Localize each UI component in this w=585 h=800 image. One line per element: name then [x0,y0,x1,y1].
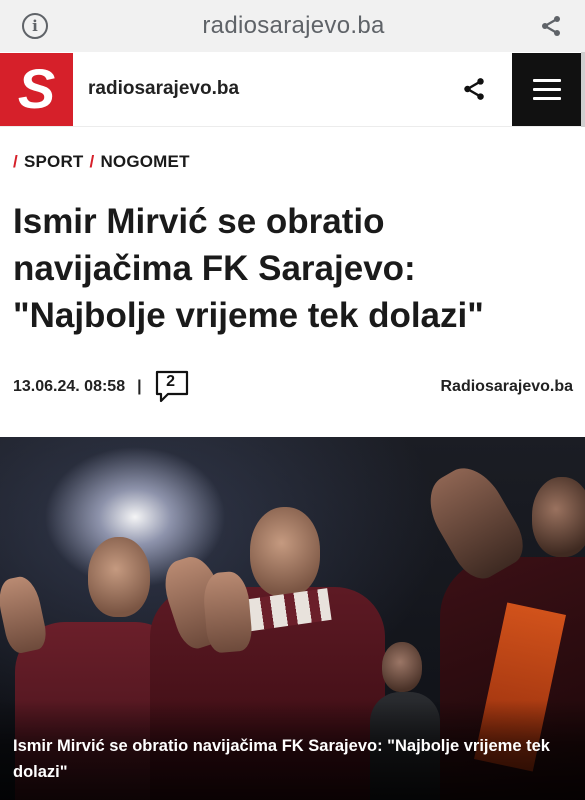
article-title-line: Ismir Mirvić se obratio [13,202,385,241]
meta-separator: | [137,378,142,395]
hamburger-menu-button[interactable] [512,52,581,126]
browser-url[interactable]: radiosarajevo.ba [202,12,384,40]
article-meta: 13.06.24. 08:58 | 2 Radiosarajevo.ba [13,370,573,404]
article-title: Ismir Mirvić se obratio navijačima FK Sa… [13,198,573,339]
person-right-head [532,477,585,557]
scrollbar-thumb[interactable] [581,52,585,127]
share-icon[interactable] [454,69,494,109]
person-background-head [382,642,422,692]
breadcrumb-item-nogomet[interactable]: NOGOMET [100,152,189,172]
hero-caption: Ismir Mirvić se obratio navijačima FK Sa… [13,737,550,781]
breadcrumb-separator: / [89,152,95,171]
article-source[interactable]: Radiosarajevo.ba [441,378,574,396]
info-icon[interactable]: i [22,13,48,39]
menu-bar [532,87,561,91]
menu-bar [532,78,561,82]
breadcrumb: / SPORT / NOGOMET [13,152,190,172]
breadcrumb-separator: / [13,152,18,171]
browser-url-bar[interactable]: i radiosarajevo.ba [0,0,585,52]
site-name[interactable]: radiosarajevo.ba [88,78,454,100]
site-logo[interactable]: S [0,52,73,126]
site-header: S radiosarajevo.ba [0,52,585,127]
logo-letter: S [17,57,56,120]
article-title-line: "Najbolje vrijeme tek dolazi" [13,296,484,335]
menu-bar [532,96,561,100]
browser-share-icon[interactable] [539,14,563,38]
person-center-head [250,507,320,597]
article-title-line: navijačima FK Sarajevo: [13,249,416,288]
breadcrumb-item-sport[interactable]: SPORT [24,152,84,172]
article-date: 13.06.24. 08:58 [13,378,126,395]
comments-button[interactable]: 2 [154,370,190,404]
comment-count: 2 [166,373,176,390]
person-left-head [88,537,150,617]
